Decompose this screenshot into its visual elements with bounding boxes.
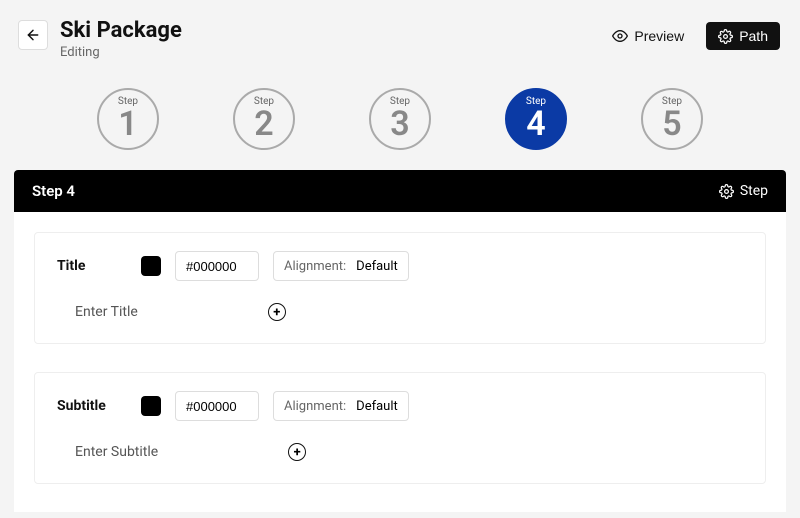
title-color-swatch[interactable] bbox=[141, 256, 161, 276]
step-5[interactable]: Step 5 bbox=[641, 88, 703, 150]
step-2[interactable]: Step 2 bbox=[233, 88, 295, 150]
path-label: Path bbox=[739, 28, 768, 44]
alignment-value: Default bbox=[356, 399, 398, 414]
step-num: 3 bbox=[390, 107, 409, 141]
add-title-button[interactable]: + bbox=[268, 303, 286, 321]
arrow-left-icon bbox=[25, 27, 41, 43]
plus-icon: + bbox=[294, 446, 301, 459]
eye-icon bbox=[612, 28, 628, 44]
alignment-prefix: Alignment: bbox=[284, 399, 346, 414]
step-num: 5 bbox=[662, 107, 681, 141]
alignment-prefix: Alignment: bbox=[284, 259, 346, 274]
stepper: Step 1 Step 2 Step 3 Step 4 Step 5 bbox=[0, 60, 800, 170]
step-1[interactable]: Step 1 bbox=[97, 88, 159, 150]
panel-title: Step 4 bbox=[32, 182, 75, 200]
step-num: 4 bbox=[526, 107, 545, 141]
gear-icon bbox=[718, 29, 733, 44]
title-alignment-select[interactable]: Alignment: Default bbox=[273, 251, 409, 281]
step-4[interactable]: Step 4 bbox=[505, 88, 567, 150]
alignment-value: Default bbox=[356, 259, 398, 274]
title-color-input[interactable] bbox=[175, 251, 259, 281]
subtitle-color-input[interactable] bbox=[175, 391, 259, 421]
page-subtitle: Editing bbox=[60, 45, 600, 60]
gear-icon bbox=[719, 184, 734, 199]
preview-label: Preview bbox=[634, 28, 684, 44]
title-placeholder[interactable]: Enter Title bbox=[75, 304, 138, 320]
path-button[interactable]: Path bbox=[706, 22, 780, 50]
page-title: Ski Package bbox=[60, 18, 600, 43]
subtitle-placeholder[interactable]: Enter Subtitle bbox=[75, 444, 158, 460]
panel-step-button[interactable]: Step bbox=[719, 183, 768, 199]
subtitle-label: Subtitle bbox=[57, 398, 127, 414]
subtitle-color-swatch[interactable] bbox=[141, 396, 161, 416]
back-button[interactable] bbox=[18, 20, 48, 50]
panel: Step 4 Step Title Alignment: Default Ent… bbox=[14, 170, 786, 512]
plus-icon: + bbox=[273, 306, 280, 319]
step-num: 1 bbox=[118, 107, 137, 141]
title-card: Title Alignment: Default Enter Title + bbox=[34, 232, 766, 344]
title-block: Ski Package Editing bbox=[60, 18, 600, 60]
title-label: Title bbox=[57, 258, 127, 274]
step-num: 2 bbox=[254, 107, 273, 141]
subtitle-alignment-select[interactable]: Alignment: Default bbox=[273, 391, 409, 421]
step-3[interactable]: Step 3 bbox=[369, 88, 431, 150]
preview-button[interactable]: Preview bbox=[600, 22, 696, 50]
add-subtitle-button[interactable]: + bbox=[288, 443, 306, 461]
panel-step-label: Step bbox=[740, 183, 768, 199]
subtitle-card: Subtitle Alignment: Default Enter Subtit… bbox=[34, 372, 766, 484]
panel-head: Step 4 Step bbox=[14, 170, 786, 212]
